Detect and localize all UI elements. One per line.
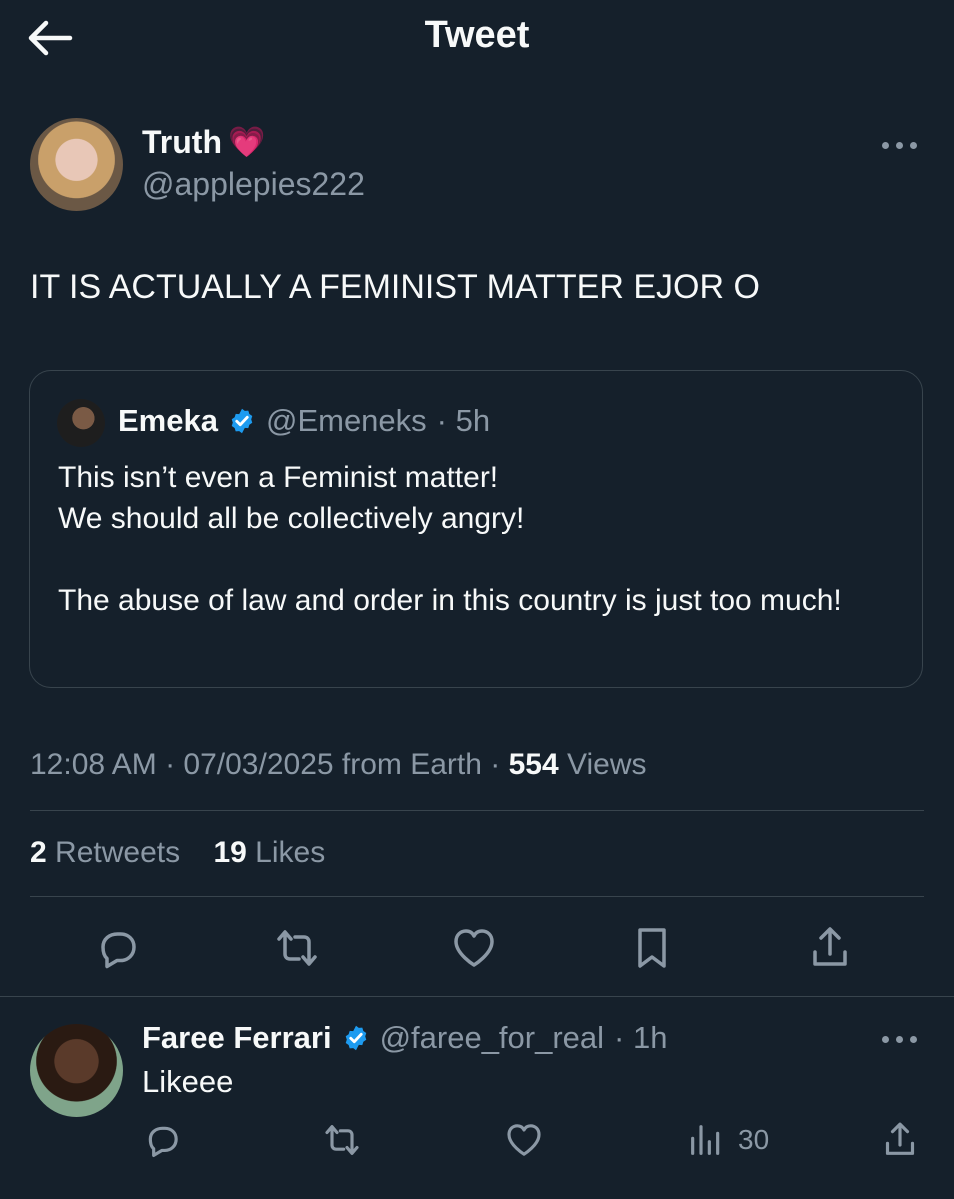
reply-views-button[interactable]: 30 — [686, 1116, 769, 1164]
reply-icon — [148, 1126, 178, 1157]
share-button[interactable] — [800, 918, 860, 978]
reply-author-handle[interactable]: @faree_for_real — [380, 1020, 604, 1056]
share-icon — [813, 927, 847, 966]
retweets-count: 2 — [30, 836, 47, 869]
quoted-tweet-card[interactable]: Emeka @Emeneks · 5h This isn’t even a Fe… — [29, 370, 923, 688]
more-options-icon[interactable] — [882, 133, 922, 157]
divider — [30, 810, 924, 811]
likes-label: Likes — [255, 836, 326, 869]
author-name-row[interactable]: Truth 💗 — [142, 124, 265, 161]
divider — [30, 896, 924, 897]
quote-header: Emeka @Emeneks · 5h — [118, 403, 490, 439]
divider — [0, 996, 954, 997]
like-button[interactable] — [444, 918, 504, 978]
reply-text: Likeee — [142, 1064, 234, 1099]
views-count: 554 — [508, 748, 559, 781]
bookmark-button[interactable] — [622, 918, 682, 978]
page-title: Tweet — [424, 14, 530, 56]
author-avatar[interactable] — [30, 118, 123, 211]
retweet-button[interactable] — [267, 918, 327, 978]
reply-views-count: 30 — [738, 1124, 770, 1155]
reply-button[interactable] — [87, 918, 147, 978]
retweets-label: Retweets — [55, 836, 181, 869]
likes-stat[interactable]: 19 Likes — [213, 836, 325, 869]
author-handle[interactable]: @applepies222 — [142, 166, 365, 203]
bookmark-icon — [638, 928, 666, 968]
reply-reply-button[interactable] — [142, 1116, 182, 1164]
quote-text: This isn’t even a Feminist matter! We sh… — [58, 461, 842, 617]
retweets-stat[interactable]: 2 Retweets — [30, 836, 180, 869]
quote-author-handle: @Emeneks — [265, 403, 427, 438]
top-bar: Tweet — [0, 0, 954, 80]
reply-author-name[interactable]: Faree Ferrari — [142, 1020, 332, 1056]
quote-author-avatar — [57, 399, 105, 447]
reply-retweet-button[interactable] — [322, 1116, 362, 1164]
views-chart-icon — [691, 1125, 720, 1155]
tweet-timestamp: 12:08 AM · 07/03/2025 from Earth · — [30, 748, 501, 781]
reply-header: Faree Ferrari @faree_for_real · 1h — [142, 1020, 667, 1056]
verified-badge-icon — [231, 408, 253, 434]
reply-share-button[interactable] — [880, 1116, 920, 1164]
heart-icon — [454, 929, 494, 967]
quote-time: · 5h — [436, 403, 491, 438]
tweet-meta: 12:08 AM · 07/03/2025 from Earth · 554 V… — [30, 748, 647, 782]
reply-time: · 1h — [614, 1020, 668, 1055]
verified-badge-icon — [345, 1025, 366, 1051]
likes-count: 19 — [213, 836, 247, 869]
quote-author-name: Emeka — [118, 403, 218, 438]
views-label: Views — [567, 748, 647, 781]
reply-icon — [101, 932, 136, 969]
pink-heart-emoji: 💗 — [227, 126, 266, 159]
engagement-stats: 2 Retweets 19 Likes — [30, 836, 325, 870]
retweet-icon — [325, 1125, 359, 1155]
reply-author-avatar[interactable] — [30, 1024, 123, 1117]
author-name: Truth — [142, 124, 222, 160]
reply-like-button[interactable] — [504, 1116, 544, 1164]
reply-more-options-icon[interactable] — [882, 1027, 922, 1051]
retweet-icon — [277, 930, 317, 966]
heart-icon — [507, 1124, 541, 1156]
share-icon — [885, 1122, 915, 1155]
tweet-text: IT IS ACTUALLY A FEMINIST MATTER EJOR O — [30, 268, 760, 306]
